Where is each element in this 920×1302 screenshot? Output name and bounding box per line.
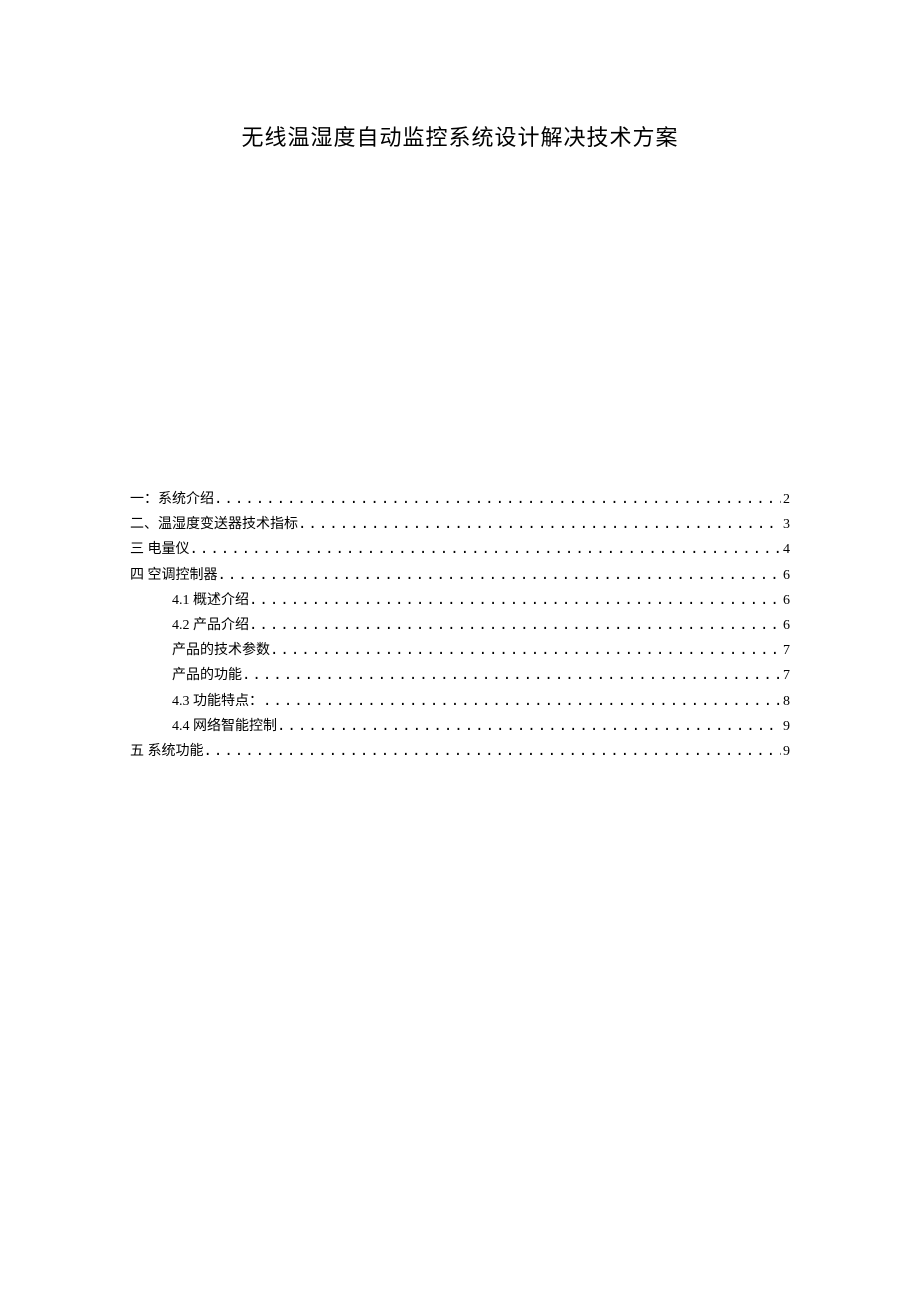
toc-page-number: 2 bbox=[781, 487, 790, 512]
toc-page-number: 3 bbox=[781, 512, 790, 537]
toc-page-number: 9 bbox=[781, 714, 790, 739]
toc-page-number: 8 bbox=[781, 689, 790, 714]
toc-label: 三 电量仪 bbox=[130, 537, 190, 562]
toc-entry: 4.1 概述介绍 6 bbox=[130, 588, 790, 613]
toc-label: 4.4 网络智能控制 bbox=[172, 714, 277, 739]
toc-entry: 三 电量仪 4 bbox=[130, 537, 790, 562]
toc-page-number: 6 bbox=[781, 613, 790, 638]
toc-page-number: 9 bbox=[781, 739, 790, 764]
toc-entry: 4.2 产品介绍 6 bbox=[130, 613, 790, 638]
toc-label: 产品的功能 bbox=[172, 663, 242, 688]
toc-entry: 4.3 功能特点： 8 bbox=[130, 689, 790, 714]
toc-page-number: 6 bbox=[781, 563, 790, 588]
toc-page-number: 7 bbox=[781, 638, 790, 663]
toc-leader-dots bbox=[277, 714, 781, 739]
toc-leader-dots bbox=[218, 563, 782, 588]
toc-leader-dots bbox=[249, 588, 781, 613]
toc-label: 4.2 产品介绍 bbox=[172, 613, 249, 638]
toc-label: 五 系统功能 bbox=[130, 739, 204, 764]
toc-page-number: 7 bbox=[781, 663, 790, 688]
toc-label: 四 空调控制器 bbox=[130, 563, 218, 588]
toc-entry: 产品的技术参数 7 bbox=[130, 638, 790, 663]
toc-entry: 二、温湿度变送器技术指标 3 bbox=[130, 512, 790, 537]
toc-leader-dots bbox=[270, 638, 781, 663]
toc-leader-dots bbox=[298, 512, 781, 537]
toc-leader-dots bbox=[249, 613, 781, 638]
toc-leader-dots bbox=[204, 739, 782, 764]
table-of-contents: 一：系统介绍 2 二、温湿度变送器技术指标 3 三 电量仪 4 四 空调控制器 … bbox=[130, 487, 790, 764]
toc-entry: 产品的功能 7 bbox=[130, 663, 790, 688]
document-title: 无线温湿度自动监控系统设计解决技术方案 bbox=[130, 120, 790, 152]
toc-entry: 4.4 网络智能控制 9 bbox=[130, 714, 790, 739]
toc-label: 二、温湿度变送器技术指标 bbox=[130, 512, 298, 537]
toc-label: 4.1 概述介绍 bbox=[172, 588, 249, 613]
toc-leader-dots bbox=[263, 689, 781, 714]
toc-label: 产品的技术参数 bbox=[172, 638, 270, 663]
toc-entry: 四 空调控制器 6 bbox=[130, 563, 790, 588]
toc-page-number: 4 bbox=[781, 537, 790, 562]
toc-leader-dots bbox=[190, 537, 782, 562]
toc-leader-dots bbox=[242, 663, 781, 688]
document-page: 无线温湿度自动监控系统设计解决技术方案 一：系统介绍 2 二、温湿度变送器技术指… bbox=[0, 0, 920, 764]
toc-entry: 一：系统介绍 2 bbox=[130, 487, 790, 512]
toc-entry: 五 系统功能 9 bbox=[130, 739, 790, 764]
toc-page-number: 6 bbox=[781, 588, 790, 613]
toc-label: 4.3 功能特点： bbox=[172, 689, 263, 714]
toc-label: 一：系统介绍 bbox=[130, 487, 214, 512]
toc-leader-dots bbox=[214, 487, 781, 512]
